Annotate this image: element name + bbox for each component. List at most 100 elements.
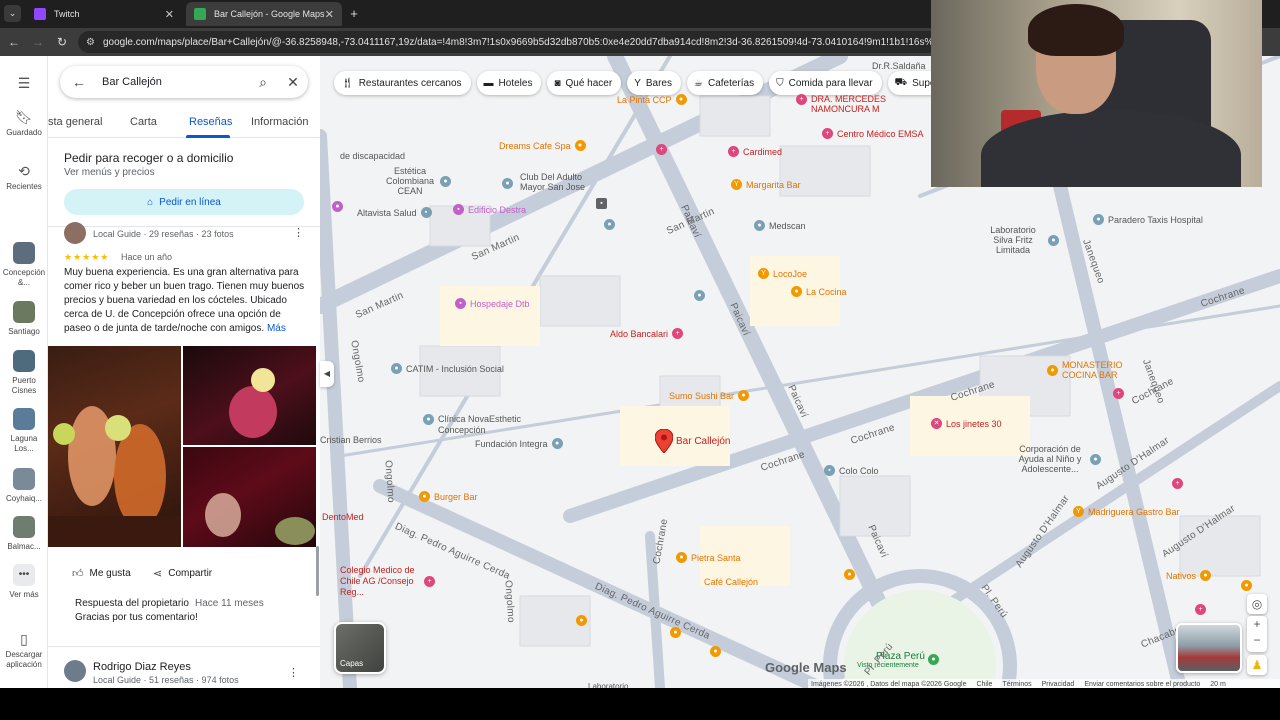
chip-restaurants[interactable]: 🍴︎ Restaurantes cercanos: [334, 71, 471, 95]
poi-pin-edge[interactable]: ●: [1241, 580, 1252, 591]
poi-pin-food[interactable]: ●: [844, 569, 855, 580]
poi-destra[interactable]: ▪ Edificio Destra: [453, 204, 526, 215]
poi-la-cocina[interactable]: ● La Cocina: [791, 286, 847, 297]
poi-medscan[interactable]: ● Medscan: [754, 220, 806, 231]
reviewer-name[interactable]: Rodrigo Diaz Reyes: [93, 661, 191, 673]
chip-things-to-do[interactable]: ◙ Qué hacer: [547, 71, 622, 95]
collapse-panel-button[interactable]: ◀: [320, 361, 334, 387]
zoom-in-button[interactable]: +: [1247, 616, 1267, 632]
search-box[interactable]: ← Bar Callejón ⌕ ✕: [60, 66, 308, 98]
close-icon[interactable]: ✕: [278, 74, 308, 91]
poi-plaza-peru[interactable]: Plaza Perú: [876, 651, 925, 662]
poi-discapacidad[interactable]: de discapacidad: [340, 151, 405, 161]
poi-berrios[interactable]: Cristian Berrios: [320, 435, 382, 445]
chip-takeout[interactable]: ⛉ Comida para llevar: [769, 71, 882, 95]
poi-colo-colo[interactable]: ▪ Colo Colo: [824, 465, 879, 476]
rail-recent-coyhaique[interactable]: Coyhaiq...: [0, 468, 48, 504]
menu-button[interactable]: ☰: [0, 76, 48, 94]
back-arrow-icon[interactable]: ←: [6, 34, 22, 50]
terms-link[interactable]: Términos: [1002, 681, 1031, 688]
tab-menu[interactable]: Carta: [130, 116, 157, 128]
selected-place-pin-icon[interactable]: [654, 428, 674, 454]
poi-pin-far-right[interactable]: +: [1172, 478, 1183, 489]
review-photo[interactable]: [48, 346, 181, 547]
rail-download-app[interactable]: ▯ Descargar aplicación: [0, 632, 48, 670]
pegman-icon[interactable]: ♟: [1247, 655, 1267, 675]
poi-pin-edge2[interactable]: +: [1195, 604, 1206, 615]
rail-recent-santiago[interactable]: Santiago: [0, 301, 48, 337]
zoom-out-button[interactable]: −: [1247, 632, 1267, 648]
poi-novaesthetic[interactable]: ● Clínica NovaEsthetic Concepción: [423, 414, 528, 436]
chip-cafes[interactable]: ☕︎ Cafeterías: [687, 71, 764, 95]
tab-reviews[interactable]: Reseñas: [189, 116, 232, 128]
search-icon[interactable]: ⌕: [248, 74, 278, 91]
poi-club[interactable]: Club Del Adulto Mayor San Jose: [520, 172, 596, 192]
poi-dreams[interactable]: Dreams Cafe Spa ●: [499, 140, 586, 151]
poi-pin-food2[interactable]: ●: [576, 615, 587, 626]
tab-information[interactable]: Información: [251, 116, 308, 128]
poi-saldana[interactable]: Dr.R.Saldaña: [872, 61, 926, 71]
poi-pin-park[interactable]: ●: [928, 654, 939, 665]
poi-monasterio[interactable]: ● MONASTERIO COCINA BAR: [1047, 360, 1132, 380]
privacy-link[interactable]: Privacidad: [1042, 681, 1075, 688]
rail-recent-puerto-cisnes[interactable]: Puerto Cisnes: [0, 350, 48, 396]
poi-mercedes[interactable]: + DRA. MERCEDES NAMONCURA M: [796, 94, 891, 114]
reload-icon[interactable]: ↻: [54, 34, 70, 50]
poi-altavista[interactable]: Altavista Salud ▪: [357, 207, 432, 218]
forward-arrow-icon[interactable]: →: [30, 34, 46, 50]
rail-recent-balmaceda[interactable]: Balmac...: [0, 516, 48, 552]
rail-recent-laguna[interactable]: Laguna Los...: [0, 408, 48, 454]
poi-pin-health[interactable]: +: [656, 144, 667, 155]
country-link[interactable]: Chile: [976, 681, 992, 688]
poi-burger-bar[interactable]: ● Burger Bar: [419, 491, 478, 502]
new-tab-button[interactable]: +: [346, 5, 362, 22]
selected-place-label[interactable]: Bar Callejón: [676, 436, 730, 447]
poi-integra[interactable]: Fundación Integra ●: [475, 438, 563, 449]
poi-sumo[interactable]: Sumo Sushi Bar ●: [669, 390, 750, 401]
poi-pin-center[interactable]: ●: [694, 290, 705, 301]
order-online-button[interactable]: ⌂ Pedir en línea: [64, 189, 304, 215]
poi-cean[interactable]: Estética Colombiana CEAN ●: [384, 166, 451, 196]
rail-saved[interactable]: 🔖︎ Guardado: [0, 110, 48, 138]
tab-google-maps[interactable]: Bar Callejón - Google Maps ✕: [186, 2, 342, 26]
my-location-button[interactable]: ◎: [1247, 594, 1267, 614]
poi-catim[interactable]: ● CATIM - Inclusión Social: [391, 363, 504, 374]
poi-dentomed[interactable]: DentoMed: [322, 512, 364, 522]
poi-bancalari[interactable]: Aldo Bancalari +: [610, 328, 684, 339]
poi-pin-right[interactable]: +: [1113, 388, 1124, 399]
read-more-link[interactable]: Más: [267, 323, 286, 334]
avatar[interactable]: [64, 222, 86, 244]
tab-search-button[interactable]: ⌄: [4, 5, 21, 22]
rail-recent[interactable]: ⟲ Recientes: [0, 164, 48, 192]
street-view-thumbnail[interactable]: [1176, 623, 1242, 673]
chip-hotels[interactable]: ▬ Hoteles: [476, 71, 542, 95]
poi-madriguera[interactable]: Y Madriguera Gastro Bar: [1073, 506, 1180, 517]
tab-overview[interactable]: sta general: [48, 116, 102, 128]
poi-pin-left[interactable]: ●: [332, 201, 343, 212]
poi-pin-mid[interactable]: ●: [604, 219, 615, 230]
rail-more[interactable]: ••• Ver más: [0, 564, 48, 600]
poi-los-jinetes[interactable]: ✕ Los jinetes 30: [931, 418, 1002, 429]
poi-colegio[interactable]: Colegio Medico de Chile AG /Consejo Reg.…: [340, 565, 435, 598]
poi-hospedaje[interactable]: ▪ Hospedaje Dtb: [455, 298, 530, 309]
avatar[interactable]: [64, 660, 86, 682]
site-info-icon[interactable]: ⚙: [86, 37, 95, 48]
poi-la-pinta[interactable]: La Pinta CCP ●: [617, 94, 687, 105]
poi-silva[interactable]: Laboratorio Silva Fritz Limitada ●: [982, 225, 1059, 255]
poi-paradero[interactable]: ● Paradero Taxis Hospital: [1093, 214, 1203, 225]
poi-pin-club[interactable]: ●: [502, 178, 513, 189]
like-button[interactable]: 👍︎ Me gusta: [72, 567, 131, 580]
poi-corporacion[interactable]: Corporación de Ayuda al Niño y Adolescen…: [1014, 444, 1101, 474]
share-button[interactable]: ⋖ Compartir: [153, 567, 212, 580]
poi-pietra-santa[interactable]: ● Pietra Santa: [676, 552, 741, 563]
poi-pin-food3[interactable]: ●: [670, 627, 681, 638]
panel-scrollbar[interactable]: [316, 546, 319, 596]
poi-cardimed[interactable]: + Cardimed: [728, 146, 782, 157]
more-options-icon[interactable]: ⋮: [288, 666, 299, 679]
tab-twitch[interactable]: Twitch ✕: [26, 2, 182, 26]
poi-locojoe[interactable]: Y LocoJoe: [758, 268, 807, 279]
scale-label[interactable]: 20 m: [1210, 681, 1226, 688]
layers-button[interactable]: Capas: [334, 622, 386, 674]
review-photo[interactable]: [183, 346, 316, 445]
search-input[interactable]: Bar Callejón: [94, 76, 248, 88]
